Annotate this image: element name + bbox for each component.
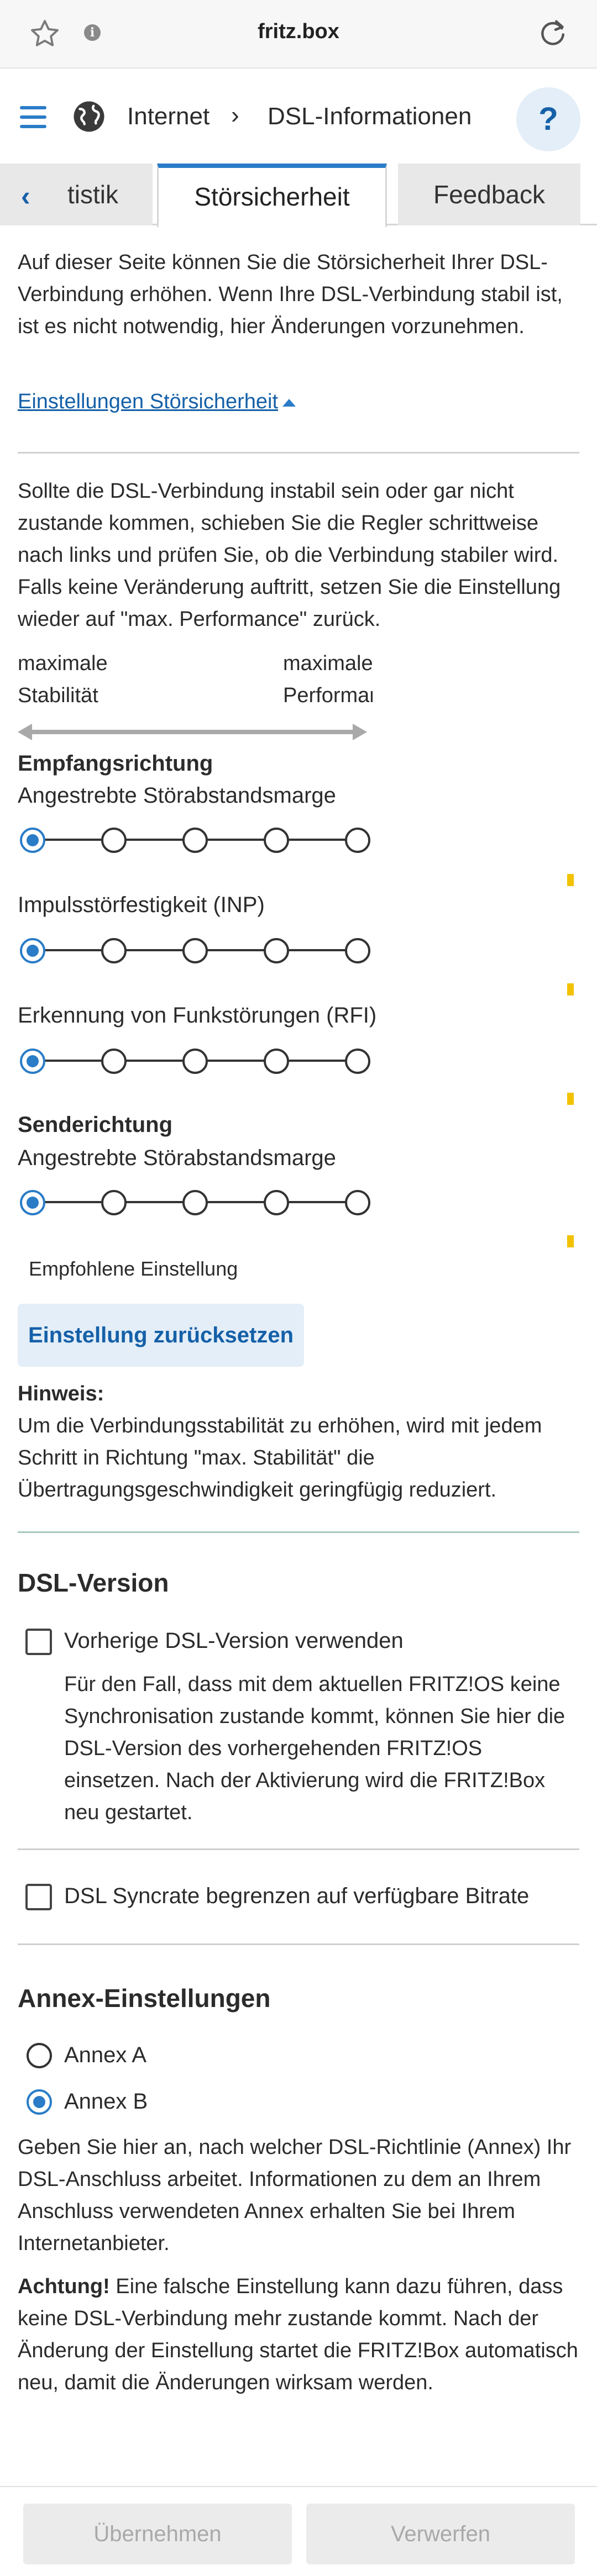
hint-text: Um die Verbindungsstabilität zu erhöhen,…: [18, 1414, 542, 1502]
slider-step-2[interactable]: [101, 1190, 127, 1215]
url-text[interactable]: fritz.box: [0, 20, 597, 44]
receive-rfi-label: Erkennung von Funkstörungen (RFI): [18, 1003, 377, 1028]
double-arrow-icon: [18, 724, 367, 740]
tab-feedback[interactable]: Feedback: [398, 164, 580, 225]
send-snr-slider[interactable]: [18, 1187, 371, 1218]
recommended-marker: [567, 874, 574, 886]
browser-bar: i fritz.box: [0, 0, 597, 69]
slider-step-1[interactable]: [20, 828, 45, 853]
slider-step-5[interactable]: [345, 1190, 370, 1215]
tab-scroll-left-button[interactable]: ‹: [0, 164, 64, 225]
annex-b-label[interactable]: Annex B: [64, 2089, 148, 2114]
annex-a-label[interactable]: Annex A: [64, 2043, 146, 2068]
receive-snr-slider[interactable]: [18, 824, 371, 855]
slider-step-3[interactable]: [182, 1049, 208, 1074]
globe-icon: [71, 98, 107, 138]
annex-heading: Annex-Einstellungen: [18, 1984, 271, 2013]
instructions-text: Sollte die DSL-Verbindung instabil sein …: [18, 480, 561, 631]
slider-step-3[interactable]: [182, 1190, 208, 1215]
receive-rfi-slider[interactable]: [18, 1045, 371, 1076]
receive-heading: Empfangsrichtung: [18, 751, 213, 776]
dsl-version-heading: DSL-Version: [18, 1568, 169, 1597]
settings-link[interactable]: Einstellungen Störsicherheit: [18, 390, 296, 413]
previous-dsl-version-label[interactable]: Vorherige DSL-Version verwenden: [64, 1629, 404, 1653]
slider-step-1[interactable]: [20, 938, 45, 963]
slider-step-4[interactable]: [264, 1190, 289, 1215]
annex-description: Geben Sie hier an, nach welcher DSL-Rich…: [18, 2136, 572, 2255]
annex-a-radio[interactable]: [27, 2043, 52, 2068]
annex-b-radio[interactable]: [27, 2089, 52, 2115]
reset-settings-button[interactable]: Einstellung zurücksetzen: [18, 1304, 304, 1367]
divider: [18, 1531, 579, 1533]
scale-right-label: maximalePerformance: [283, 652, 373, 707]
slider-step-1[interactable]: [20, 1049, 45, 1074]
previous-dsl-version-checkbox[interactable]: [25, 1629, 52, 1655]
hint-title: Hinweis:: [18, 1382, 104, 1405]
settings-toggle[interactable]: Einstellungen Störsicherheit: [18, 390, 579, 414]
divider: [18, 452, 579, 454]
discard-button[interactable]: Verwerfen: [306, 2504, 575, 2564]
dsl-version-description: Für den Fall, dass mit dem aktuellen FRI…: [64, 1673, 565, 1824]
slider-step-4[interactable]: [264, 938, 289, 963]
footer-actions: Übernehmen Verwerfen: [0, 2486, 597, 2576]
divider: [18, 1943, 579, 1945]
slider-step-4[interactable]: [264, 1049, 289, 1074]
scale-left-label: maximale Stabilität: [18, 652, 108, 707]
breadcrumb-dsl-informationen[interactable]: DSL-Informationen: [268, 103, 472, 130]
recommended-marker: [567, 1093, 574, 1105]
slider-step-2[interactable]: [101, 938, 127, 963]
receive-inp-slider[interactable]: [18, 935, 371, 966]
slider-step-5[interactable]: [345, 828, 370, 853]
menu-icon[interactable]: [20, 106, 46, 128]
slider-step-5[interactable]: [345, 1049, 370, 1074]
intro-text: Auf dieser Seite können Sie die Störsich…: [18, 251, 563, 338]
recommended-legend: Empfohlene Einstellung: [29, 1257, 238, 1280]
top-navigation: Internet › DSL-Informationen ?: [0, 69, 597, 164]
send-heading: Senderichtung: [18, 1113, 173, 1137]
send-snr-label: Angestrebte Störabstandsmarge: [18, 1146, 336, 1170]
slider-step-1[interactable]: [20, 1190, 45, 1215]
slider-step-3[interactable]: [182, 938, 208, 963]
receive-snr-label: Angestrebte Störabstandsmarge: [18, 783, 336, 808]
slider-step-5[interactable]: [345, 938, 370, 963]
breadcrumb-internet[interactable]: Internet: [127, 103, 210, 130]
hint-block: Hinweis: Um die Verbindungsstabilität zu…: [18, 1378, 579, 1506]
help-button[interactable]: ?: [516, 87, 580, 151]
recommended-marker: [567, 983, 574, 995]
reload-icon[interactable]: [536, 17, 569, 52]
caret-up-icon: [282, 398, 296, 407]
tab-bar: ‹ tistik Störsicherheit Feedback: [0, 164, 597, 227]
breadcrumb-separator: ›: [231, 102, 239, 129]
tab-statistik[interactable]: tistik: [64, 164, 153, 225]
receive-inp-label: Impulsstörfestigkeit (INP): [18, 893, 265, 917]
syncrate-checkbox[interactable]: [25, 1884, 52, 1910]
slider-step-2[interactable]: [101, 1049, 127, 1074]
recommended-marker: [567, 1235, 574, 1247]
slider-step-4[interactable]: [264, 828, 289, 853]
slider-step-2[interactable]: [101, 828, 127, 853]
warning-label: Achtung!: [18, 2275, 110, 2298]
chevron-left-icon: ‹: [21, 181, 30, 212]
divider: [18, 1848, 579, 1850]
slider-step-3[interactable]: [182, 828, 208, 853]
tab-stoersicherheit[interactable]: Störsicherheit: [157, 164, 387, 227]
annex-warning: Achtung! Eine falsche Einstellung kann d…: [18, 2271, 579, 2399]
apply-button[interactable]: Übernehmen: [23, 2504, 292, 2564]
syncrate-label[interactable]: DSL Syncrate begrenzen auf verfügbare Bi…: [64, 1884, 529, 1909]
